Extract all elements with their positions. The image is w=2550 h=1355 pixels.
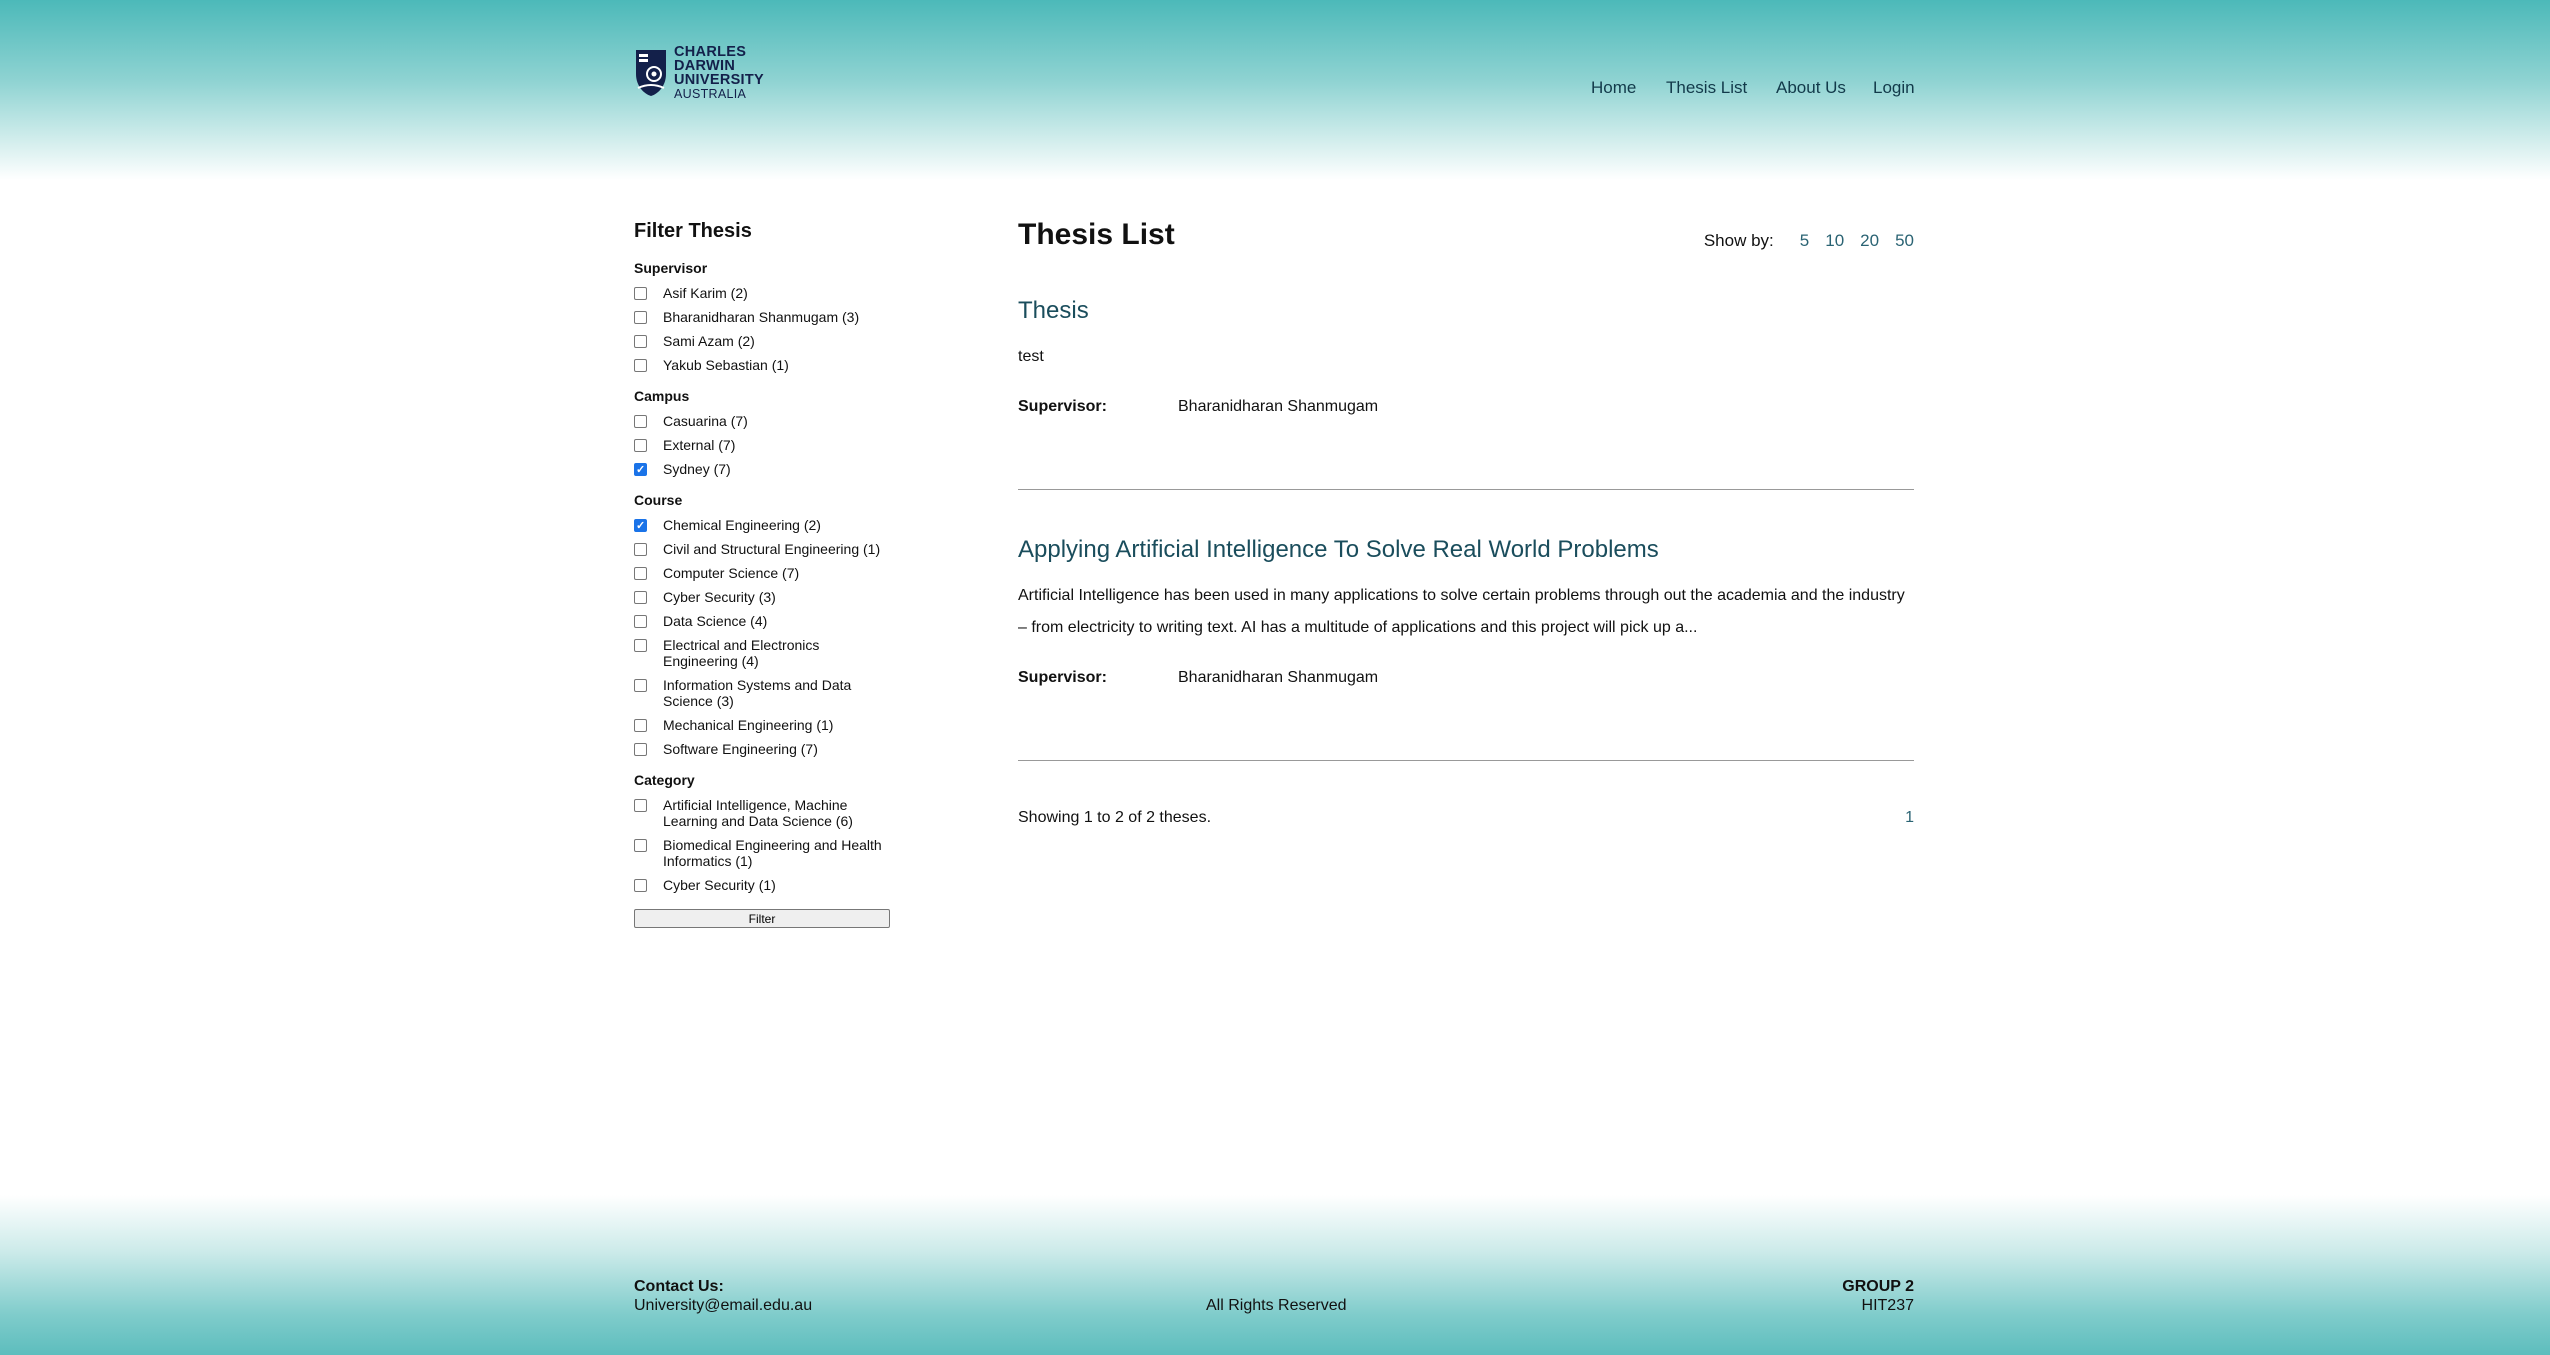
- option-label: Bharanidharan Shanmugam (3): [663, 309, 860, 325]
- checkbox-checked[interactable]: [634, 518, 647, 534]
- filter-title: Filter Thesis: [634, 220, 752, 242]
- group-title-campus: Campus: [634, 388, 690, 404]
- filter-option[interactable]: Software Engineering (7): [634, 741, 894, 757]
- option-label: Mechanical Engineering (1): [663, 717, 834, 733]
- filter-option[interactable]: Data Science (4): [634, 613, 894, 629]
- filter-option[interactable]: Computer Science (7): [634, 565, 894, 581]
- thesis-description: Artificial Intelligence has been used in…: [1018, 587, 1905, 636]
- contact-label: Contact Us:: [634, 1278, 724, 1295]
- option-label: Chemical Engineering (2): [663, 517, 821, 533]
- filter-option[interactable]: Chemical Engineering (2): [634, 517, 894, 534]
- option-label: Information Systems and Data Science (3): [663, 677, 852, 709]
- checkbox[interactable]: [634, 439, 647, 452]
- group-title-category: Category: [634, 772, 695, 788]
- divider: [1018, 760, 1914, 761]
- option-label: Yakub Sebastian (1): [663, 357, 789, 373]
- option-label: Computer Science (7): [663, 565, 800, 581]
- checkbox[interactable]: [634, 615, 647, 628]
- filter-option[interactable]: Civil and Structural Engineering (1): [634, 541, 894, 557]
- logo-line-2: DARWIN: [674, 58, 736, 74]
- supervisor-value: Bharanidharan Shanmugam: [1178, 669, 1379, 686]
- show-by-label: Show by:: [1703, 231, 1774, 250]
- thesis-title-link[interactable]: Applying Artificial Intelligence To Solv…: [1018, 536, 1659, 564]
- group-title-supervisor: Supervisor: [634, 260, 708, 276]
- option-label: Data Science (4): [663, 613, 768, 629]
- group-title-course: Course: [634, 492, 683, 508]
- nav-login[interactable]: Login: [1873, 78, 1915, 98]
- checkbox[interactable]: [634, 335, 647, 348]
- filter-option[interactable]: Mechanical Engineering (1): [634, 717, 894, 733]
- option-label: Asif Karim (2): [663, 285, 748, 301]
- checkbox[interactable]: [634, 567, 647, 580]
- checkbox[interactable]: [634, 679, 647, 692]
- filter-option[interactable]: Information Systems and Data Science (3): [634, 677, 894, 709]
- checkbox[interactable]: [634, 799, 647, 812]
- show-by-20[interactable]: 20: [1860, 231, 1879, 251]
- filter-option[interactable]: Asif Karim (2): [634, 285, 894, 301]
- copyright-text: All Rights Reserved: [1206, 1297, 1347, 1314]
- supervisor-label: Supervisor:: [1018, 398, 1107, 415]
- option-label: Cyber Security (3): [663, 589, 776, 605]
- option-label: Cyber Security (1): [663, 877, 776, 893]
- nav-thesis-list[interactable]: Thesis List: [1666, 78, 1747, 98]
- checkbox[interactable]: [634, 311, 647, 324]
- show-by-5[interactable]: 5: [1800, 231, 1809, 251]
- option-label: Sydney (7): [663, 461, 731, 477]
- nav-about-us[interactable]: About Us: [1776, 78, 1846, 98]
- filter-option[interactable]: Cyber Security (3): [634, 589, 894, 605]
- checkbox[interactable]: [634, 415, 647, 428]
- show-by-10[interactable]: 10: [1825, 231, 1844, 251]
- option-label: Casuarina (7): [663, 413, 748, 429]
- logo-line-1: CHARLES: [674, 44, 747, 60]
- filter-option[interactable]: Cyber Security (1): [634, 877, 894, 893]
- option-label: External (7): [663, 437, 736, 453]
- option-label: Electrical and Electronics Engineering (…: [663, 637, 820, 669]
- option-label: Artificial Intelligence, Machine Learnin…: [663, 797, 853, 829]
- thesis-description: test: [1018, 348, 1044, 365]
- checkbox[interactable]: [634, 719, 647, 732]
- filter-option[interactable]: Bharanidharan Shanmugam (3): [634, 309, 894, 325]
- checkbox[interactable]: [634, 287, 647, 300]
- pagination-page-1[interactable]: 1: [1905, 809, 1914, 827]
- nav-home[interactable]: Home: [1591, 78, 1636, 98]
- checkbox[interactable]: [634, 359, 647, 372]
- option-label: Civil and Structural Engineering (1): [663, 541, 881, 557]
- checkbox[interactable]: [634, 591, 647, 604]
- show-by-control: Show by: 5 10 20 50: [1704, 231, 1914, 251]
- group-name: GROUP 2: [1842, 1278, 1914, 1295]
- checkbox[interactable]: [634, 543, 647, 556]
- filter-option[interactable]: Biomedical Engineering and Health Inform…: [634, 837, 894, 869]
- option-label: Sami Azam (2): [663, 333, 755, 349]
- checkbox[interactable]: [634, 839, 647, 852]
- show-by-50[interactable]: 50: [1895, 231, 1914, 251]
- thesis-title-link[interactable]: Thesis: [1018, 297, 1089, 325]
- footer-background: [0, 1195, 2550, 1355]
- contact-email: University@email.edu.au: [634, 1297, 813, 1314]
- course-code: HIT237: [1861, 1297, 1914, 1314]
- supervisor-label: Supervisor:: [1018, 669, 1107, 686]
- checkbox-checked[interactable]: [634, 462, 647, 478]
- divider: [1018, 489, 1914, 490]
- checkbox[interactable]: [634, 743, 647, 756]
- filter-option[interactable]: Sydney (7): [634, 461, 894, 478]
- filter-option[interactable]: Casuarina (7): [634, 413, 894, 429]
- supervisor-value: Bharanidharan Shanmugam: [1178, 398, 1379, 415]
- option-label: Software Engineering (7): [663, 741, 818, 757]
- option-label: Biomedical Engineering and Health Inform…: [663, 837, 882, 869]
- filter-option[interactable]: Yakub Sebastian (1): [634, 357, 894, 373]
- filter-option[interactable]: External (7): [634, 437, 894, 453]
- checkbox[interactable]: [634, 639, 647, 652]
- filter-button[interactable]: Filter: [634, 909, 890, 928]
- filter-option[interactable]: Sami Azam (2): [634, 333, 894, 349]
- page-title: Thesis List: [1018, 218, 1175, 251]
- filter-option[interactable]: Electrical and Electronics Engineering (…: [634, 637, 894, 669]
- results-count: Showing 1 to 2 of 2 theses.: [1018, 809, 1212, 826]
- checkbox[interactable]: [634, 879, 647, 892]
- filter-option[interactable]: Artificial Intelligence, Machine Learnin…: [634, 797, 894, 829]
- main-nav: Home Thesis List About Us Login: [0, 78, 1915, 102]
